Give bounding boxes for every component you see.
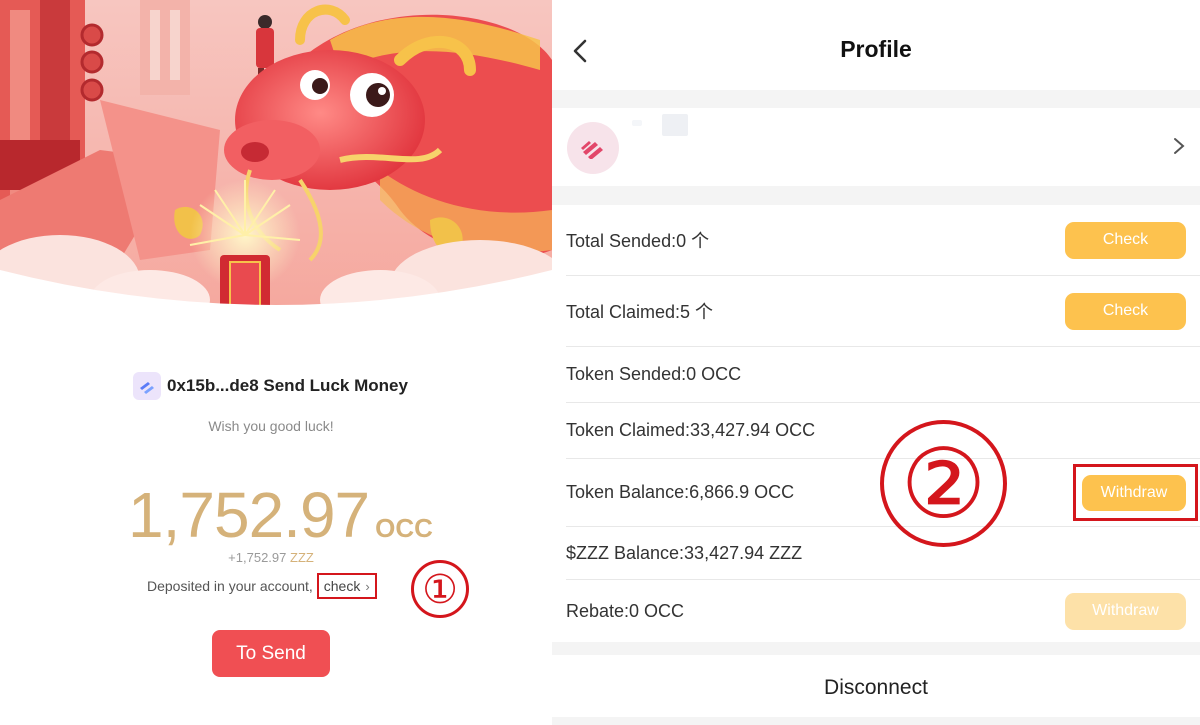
sender-row: 0x15b...de8 Send Luck Money	[133, 371, 408, 401]
claimed-amount: 1,752.97	[128, 479, 370, 551]
dragon-banner-image	[0, 0, 552, 330]
stat-row-zzz-balance: $ZZZ Balance:33,427.94 ZZZ	[566, 527, 1200, 580]
check-link[interactable]: check ›	[316, 573, 377, 599]
masked-address	[662, 114, 688, 136]
stat-row-token-sended: Token Sended:0 OCC	[566, 347, 1200, 403]
chevron-right-icon	[1174, 138, 1185, 154]
user-avatar	[567, 122, 619, 174]
stat-row-total-sended: Total Sended:0 个 Check	[566, 205, 1200, 276]
amount-unit: OCC	[375, 513, 433, 543]
sub-amount-unit: ZZZ	[290, 550, 314, 565]
profile-panel: Profile Total Sended:0 个 Check Total Cla…	[552, 0, 1200, 725]
stat-label: Total Claimed:5 个	[566, 302, 714, 322]
deposit-text: Deposited in your account,	[147, 578, 313, 594]
annotation-marker-2: ②	[880, 420, 1007, 547]
withdraw-rebate-button[interactable]: Withdraw	[1065, 592, 1186, 630]
stat-label: Token Claimed:33,427.94 OCC	[566, 420, 816, 440]
annotation-marker-1: ①	[411, 560, 469, 618]
stat-row-total-claimed: Total Claimed:5 个 Check	[566, 276, 1200, 347]
token-logo-icon	[140, 382, 154, 394]
wish-text: Wish you good luck!	[208, 418, 334, 434]
sub-amount: +1,752.97 ZZZ	[0, 550, 542, 565]
luck-money-panel: 0x15b...de8 Send Luck Money Wish you goo…	[0, 0, 552, 725]
page-title: Profile	[840, 36, 912, 62]
chevron-right-icon: ›	[365, 578, 370, 594]
stat-label: $ZZZ Balance:33,427.94 ZZZ	[566, 542, 803, 563]
user-card[interactable]	[552, 108, 1200, 186]
stat-label: Token Balance:6,866.9 OCC	[566, 482, 795, 502]
stat-label: Rebate:0 OCC	[566, 600, 685, 621]
highlight-box	[1073, 464, 1198, 521]
to-send-button[interactable]: To Send	[212, 630, 330, 677]
sender-avatar	[133, 372, 161, 400]
deposit-row: Deposited in your account, check ›	[147, 573, 377, 599]
check-claimed-button[interactable]: Check	[1065, 292, 1186, 330]
avatar-logo-icon	[581, 141, 603, 159]
check-sended-button[interactable]: Check	[1065, 221, 1186, 259]
masked-address-fragment	[632, 120, 642, 126]
profile-header: Profile	[552, 0, 1200, 90]
stat-row-rebate: Rebate:0 OCC Withdraw	[566, 580, 1200, 642]
check-label: check	[323, 578, 361, 594]
sender-title: 0x15b...de8 Send Luck Money	[167, 376, 408, 395]
stat-row-token-claimed: Token Claimed:33,427.94 OCC	[566, 403, 1200, 459]
stat-label: Total Sended:0 个	[566, 231, 710, 251]
disconnect-button[interactable]: Disconnect	[552, 676, 1200, 700]
sub-amount-value: +1,752.97	[228, 550, 287, 565]
stats-list: Total Sended:0 个 Check Total Claimed:5 个…	[552, 205, 1200, 642]
amount-row: 1,752.97 OCC	[128, 478, 433, 552]
stat-label: Token Sended:0 OCC	[566, 364, 742, 384]
